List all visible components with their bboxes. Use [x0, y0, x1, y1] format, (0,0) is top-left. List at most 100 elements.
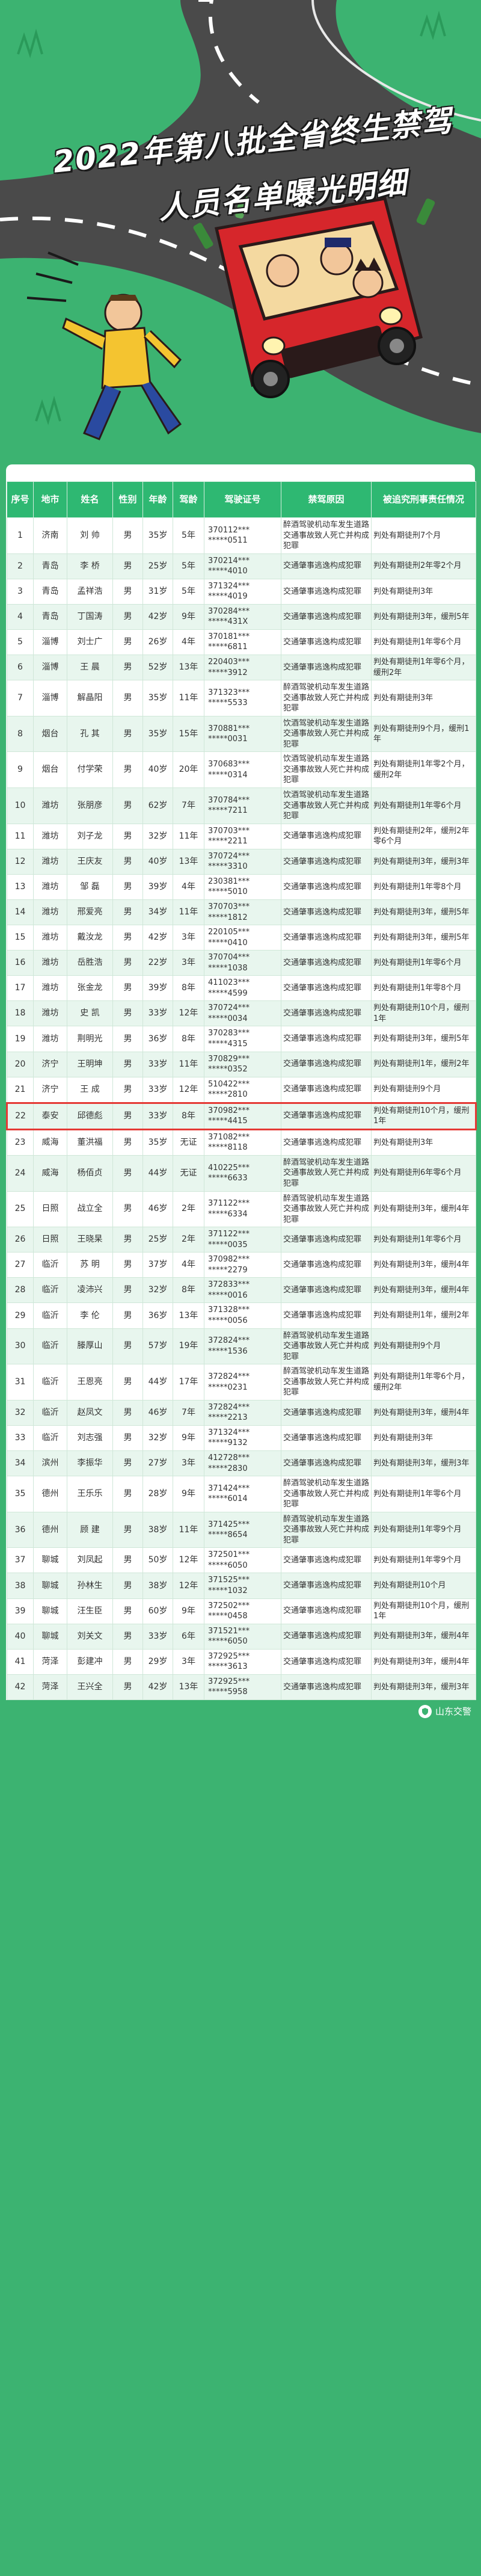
cell-penalty: 判处有期徒刑3年，缓刑5年 — [371, 925, 476, 951]
cell-driving-years: 无证 — [173, 1154, 204, 1192]
cell-gender: 男 — [112, 1302, 143, 1329]
cell-age: 29岁 — [142, 1648, 173, 1675]
cell-index: 12 — [7, 848, 34, 875]
table-row: 42 菏泽 王兴全男 42岁 13年 372925*** *****5958 交通肇事逃逸构… — [7, 1674, 476, 1700]
cell-license-no: 371525*** *****1032 — [204, 1573, 281, 1599]
cell-reason: 交通肇事逃逸构成犯罪 — [281, 1302, 372, 1329]
cell-index: 6 — [7, 655, 34, 681]
cell-index: 4 — [7, 603, 34, 630]
cell-age: 39岁 — [142, 975, 173, 1002]
cell-name: 王恩亮 — [67, 1364, 113, 1400]
cell-city: 淄博 — [33, 680, 67, 716]
cell-name: 李 桥 — [67, 553, 113, 579]
table-row: 17 潍坊 张金龙男 39岁 8年 411023*** *****4599 交通肇事逃逸构成… — [7, 975, 476, 1002]
cell-reason: 交通肇事逃逸构成犯罪 — [281, 823, 372, 849]
cell-reason: 饮酒驾驶机动车发生道路交通事故致人死亡并构成犯罪 — [281, 787, 372, 824]
cell-city: 潍坊 — [33, 899, 67, 926]
cell-age: 22岁 — [142, 950, 173, 976]
table-row: 1 济南刘 帅男 35岁 5年 370112*** *****0511 醉酒驾驶机动车发生… — [7, 517, 476, 554]
cell-name: 王明坤 — [67, 1051, 113, 1077]
cell-penalty: 判处有期徒刑2年，缓刑2年零6个月 — [371, 823, 476, 849]
cell-reason: 交通肇事逃逸构成犯罪 — [281, 1598, 372, 1624]
cell-name: 赵凤文 — [67, 1399, 113, 1426]
cell-city: 聊城 — [33, 1573, 67, 1599]
cell-name: 彭建冲 — [67, 1648, 113, 1675]
cell-gender: 男 — [112, 823, 143, 849]
table-row: 22 泰安 邱德彪男 33岁 8年 370982*** *****4415 交通肇事逃逸构成… — [6, 1102, 477, 1130]
cell-driving-years: 15年 — [173, 715, 204, 753]
cell-age: 35岁 — [142, 680, 173, 716]
cell-reason: 交通肇事逃逸构成犯罪 — [281, 1674, 372, 1700]
cell-license-no: 370703*** *****1812 — [204, 899, 281, 926]
cell-gender: 男 — [112, 1277, 143, 1304]
cell-gender: 男 — [112, 848, 143, 875]
cell-gender: 男 — [112, 975, 143, 1002]
cell-age: 35岁 — [142, 1129, 173, 1156]
cell-license-no: 372925*** *****5958 — [204, 1674, 281, 1700]
cell-penalty: 判处有期徒刑3年，缓刑4年 — [371, 1191, 476, 1228]
cell-driving-years: 3年 — [173, 1450, 204, 1477]
cell-reason: 醉酒驾驶机动车发生道路交通事故致人死亡并构成犯罪 — [281, 1476, 372, 1512]
cell-license-no: 370703*** *****2211 — [204, 823, 281, 849]
falling-man-icon — [62, 294, 182, 440]
cell-reason: 交通肇事逃逸构成犯罪 — [281, 1547, 372, 1574]
cell-penalty: 判处有期徒刑1年零6个月，缓刑2年 — [371, 1364, 476, 1400]
cell-penalty: 判处有期徒刑10个月，缓刑1年 — [371, 1000, 476, 1027]
cell-age: 25岁 — [142, 1227, 173, 1253]
cell-age: 33岁 — [142, 1051, 173, 1077]
cell-penalty: 判处有期徒刑1年零6个月 — [371, 950, 476, 976]
cell-age: 33岁 — [142, 1623, 173, 1650]
cell-index: 11 — [7, 823, 34, 849]
cell-reason: 醉酒驾驶机动车发生道路交通事故致人死亡并构成犯罪 — [281, 517, 372, 554]
cell-age: 44岁 — [142, 1364, 173, 1400]
cell-index: 18 — [7, 1000, 34, 1027]
cell-driving-years: 13年 — [173, 655, 204, 681]
cell-name: 刘关文 — [67, 1623, 113, 1650]
cell-age: 33岁 — [142, 1076, 173, 1103]
cell-age: 62岁 — [142, 787, 173, 824]
cell-driving-years: 4年 — [173, 1252, 204, 1278]
cell-license-no: 370704*** *****1038 — [204, 950, 281, 976]
cell-penalty: 判处有期徒刑3年 — [371, 578, 476, 605]
table-row: 37 聊城 刘凤起男 50岁 12年 372501*** *****6050 交通肇事逃逸构… — [7, 1547, 476, 1574]
cell-city: 菏泽 — [33, 1674, 67, 1700]
table-row: 19 潍坊 荆明光男 36岁 8年 370283*** *****4315 交通肇事逃逸构成… — [7, 1026, 476, 1052]
cell-driving-years: 3年 — [173, 1648, 204, 1675]
cell-penalty: 判处有期徒刑1年零6个月，缓刑2年 — [371, 655, 476, 681]
cell-age: 33岁 — [142, 1000, 173, 1027]
cell-penalty: 判处有期徒刑10个月 — [371, 1573, 476, 1599]
cell-gender: 男 — [112, 629, 143, 656]
cell-city: 青岛 — [33, 578, 67, 605]
cell-name: 张金龙 — [67, 975, 113, 1002]
table-row: 14 潍坊 邢爱亮男 34岁 11年 370703*** *****1812 交通肇事逃逸构… — [7, 899, 476, 926]
cell-gender: 男 — [112, 1129, 143, 1156]
table-row: 29 临沂李 伦男 36岁 13年 371328*** *****0056 交通肇事逃逸构… — [7, 1302, 476, 1329]
cell-reason: 醉酒驾驶机动车发生道路交通事故致人死亡并构成犯罪 — [281, 1328, 372, 1365]
cell-driving-years: 11年 — [173, 899, 204, 926]
cell-index: 39 — [7, 1598, 34, 1624]
cell-city: 聊城 — [33, 1598, 67, 1624]
table-card: 序号 地市 姓名 性别 年龄 驾龄 驾驶证号 禁驾原因 被追究刑事责任情况 1 济南刘 帅男 35岁… — [6, 464, 477, 1700]
cell-name: 王兴全 — [67, 1674, 113, 1700]
cell-driving-years: 12年 — [173, 1076, 204, 1103]
cell-license-no: 370724*** *****0034 — [204, 1000, 281, 1027]
cell-license-no: 370112*** *****0511 — [204, 517, 281, 554]
cell-index: 21 — [7, 1076, 34, 1103]
cell-index: 38 — [7, 1573, 34, 1599]
cell-index: 31 — [7, 1364, 34, 1400]
cell-penalty: 判处有期徒刑10个月，缓刑1年 — [371, 1598, 476, 1624]
cell-index: 28 — [7, 1277, 34, 1304]
cell-age: 32岁 — [142, 1277, 173, 1304]
cell-license-no: 372824*** *****1536 — [204, 1328, 281, 1365]
cell-penalty: 判处有期徒刑3年，缓刑3年 — [371, 1674, 476, 1700]
table-row: 2 青岛李 桥男 25岁 5年 370214*** *****4010 交通肇事逃逸构成犯… — [7, 553, 476, 579]
cell-reason: 交通肇事逃逸构成犯罪 — [281, 975, 372, 1002]
cell-license-no: 372824*** *****2213 — [204, 1399, 281, 1426]
cell-driving-years: 6年 — [173, 1623, 204, 1650]
cell-penalty: 判处有期徒刑3年，缓刑3年 — [371, 848, 476, 875]
cell-reason: 饮酒驾驶机动车发生道路交通事故致人死亡并构成犯罪 — [281, 751, 372, 789]
cell-name: 解晶阳 — [67, 680, 113, 716]
table-row: 27 临沂苏 明男 37岁 4年 370982*** *****2279 交通肇事逃逸构成… — [7, 1252, 476, 1278]
cell-driving-years: 11年 — [173, 1511, 204, 1548]
cell-license-no: 372824*** *****0231 — [204, 1364, 281, 1400]
